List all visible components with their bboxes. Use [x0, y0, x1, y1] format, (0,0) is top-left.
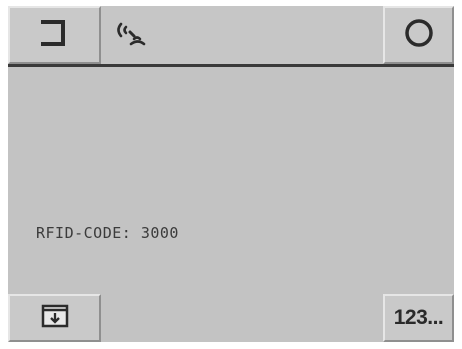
device-screen: RFID-CODE: 3000 123...	[8, 6, 454, 342]
rfid-code-text: RFID-CODE: 3000	[36, 224, 179, 242]
save-button[interactable]	[8, 294, 101, 342]
save-download-icon	[40, 303, 70, 333]
exit-bracket-icon	[35, 18, 75, 52]
keypad-label: 123...	[393, 306, 444, 329]
rfid-status-area	[103, 10, 373, 60]
numeric-keypad-button[interactable]: 123...	[383, 294, 454, 342]
exit-button[interactable]	[8, 6, 101, 64]
rfid-signal-icon	[113, 16, 147, 54]
circle-icon	[402, 16, 436, 54]
power-button[interactable]	[383, 6, 454, 64]
top-divider	[8, 64, 454, 67]
